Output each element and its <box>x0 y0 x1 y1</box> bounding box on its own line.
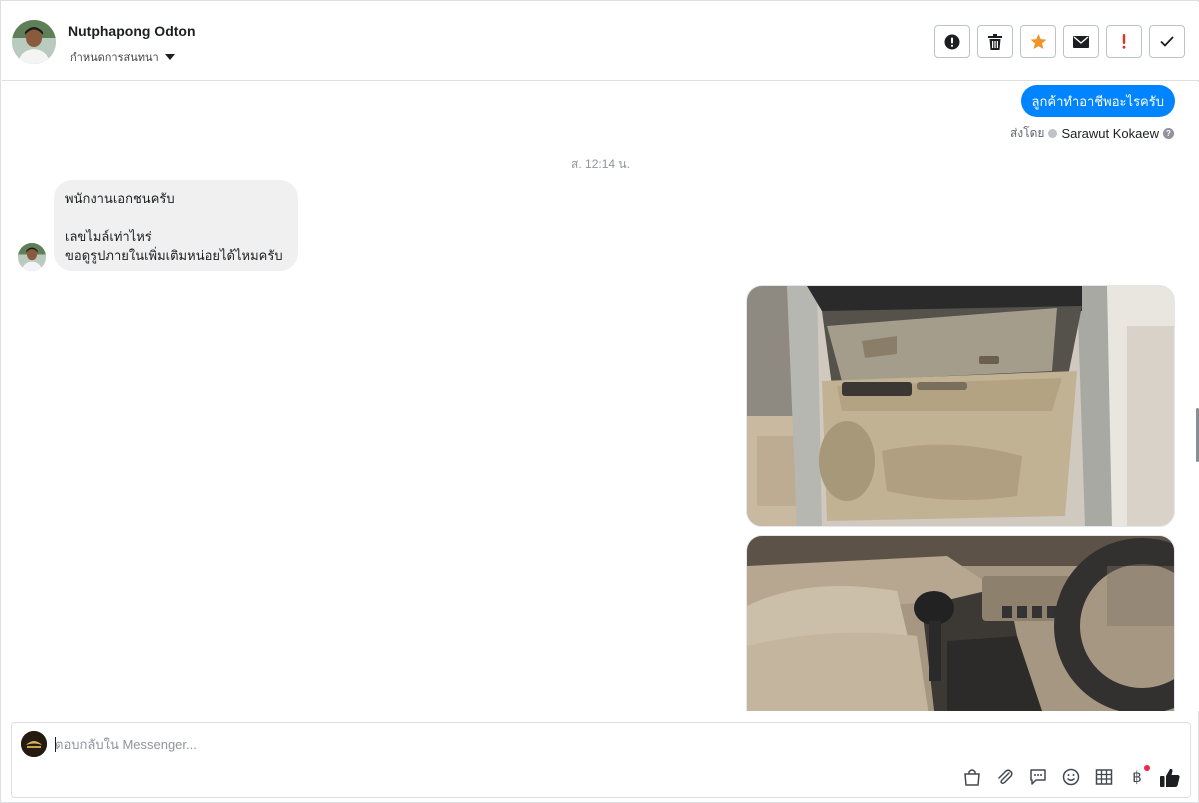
incoming-message-bubble[interactable]: พนักงานเอกชนครับ เลขไมล์เท่าไหร่ ขอดูรูป… <box>54 180 298 271</box>
like-button[interactable] <box>1160 766 1180 788</box>
conversation-status-dropdown[interactable]: กำหนดการสนทนา <box>70 50 175 64</box>
mark-unread-button[interactable] <box>1063 25 1099 58</box>
incoming-message-line: ขอดูรูปภายในเพิ่มเติมหน่อยได้ไหมครับ <box>65 248 283 263</box>
exclamation-icon <box>1122 34 1126 49</box>
car-door-interior-photo[interactable] <box>746 285 1175 527</box>
sent-by-prefix: ส่งโดย <box>1009 126 1045 140</box>
help-icon[interactable]: ? <box>1163 128 1174 139</box>
star-button[interactable] <box>1020 25 1056 58</box>
contact-avatar-small[interactable] <box>18 243 46 271</box>
shop-bag-button[interactable] <box>962 766 982 788</box>
checkmark-icon <box>1160 36 1174 47</box>
spam-button[interactable] <box>934 25 970 58</box>
page-avatar <box>21 731 47 757</box>
trash-icon <box>988 33 1002 50</box>
reply-composer: ฿ <box>11 722 1191 798</box>
incoming-message-line: เลขไมล์เท่าไหร่ <box>65 229 152 244</box>
follow-up-button[interactable] <box>1106 25 1142 58</box>
conversation-toolbar <box>934 25 1185 58</box>
car-seat-gearshift-photo[interactable] <box>746 535 1175 711</box>
emoji-button[interactable] <box>1061 766 1081 788</box>
table-icon <box>1095 769 1113 785</box>
attach-button[interactable] <box>995 766 1015 788</box>
emoji-icon <box>1062 768 1080 786</box>
reply-input[interactable] <box>55 733 755 755</box>
envelope-icon <box>1073 35 1089 48</box>
text-cursor <box>55 737 56 752</box>
incoming-message-line: พนักงานเอกชนครับ <box>65 191 175 206</box>
composer-toolbar: ฿ <box>962 765 1180 788</box>
exclamation-circle-icon <box>944 34 960 49</box>
mark-done-button[interactable] <box>1149 25 1185 58</box>
star-icon <box>1030 33 1046 49</box>
notification-dot <box>1144 765 1150 771</box>
chat-bubble-icon <box>1030 769 1046 785</box>
shop-bag-icon <box>964 769 980 786</box>
baht-icon: ฿ <box>1132 768 1142 786</box>
conversation-status-label: กำหนดการสนทนา <box>70 52 159 64</box>
sent-by-line: ส่งโดย Sarawut Kokaew ? <box>1010 124 1174 143</box>
contact-name[interactable]: Nutphapong Odton <box>68 23 196 39</box>
payment-button[interactable]: ฿ <box>1127 765 1150 788</box>
outgoing-message-bubble[interactable]: ลูกค้าทำอาชีพอะไรครับ <box>1020 85 1175 117</box>
table-button[interactable] <box>1094 766 1114 788</box>
paperclip-icon <box>998 769 1013 785</box>
conversation-header: Nutphapong Odton กำหนดการสนทนา <box>2 2 1199 81</box>
inbox-panel: Nutphapong Odton กำหนดการสนทนา ลูกค้าทำอ… <box>0 0 1199 803</box>
message-timestamp: ส. 12:14 น. <box>571 157 630 171</box>
delete-button[interactable] <box>977 25 1013 58</box>
thumbs-up-icon <box>1160 768 1180 787</box>
contact-avatar[interactable] <box>12 20 56 64</box>
agent-status-icon <box>1048 129 1058 138</box>
sent-by-agent: Sarawut Kokaew <box>1061 126 1159 141</box>
caret-down-icon <box>164 54 175 60</box>
message-thread[interactable]: ลูกค้าทำอาชีพอะไรครับ ส่งโดย Sarawut Kok… <box>2 82 1199 711</box>
saved-replies-button[interactable] <box>1028 766 1048 788</box>
